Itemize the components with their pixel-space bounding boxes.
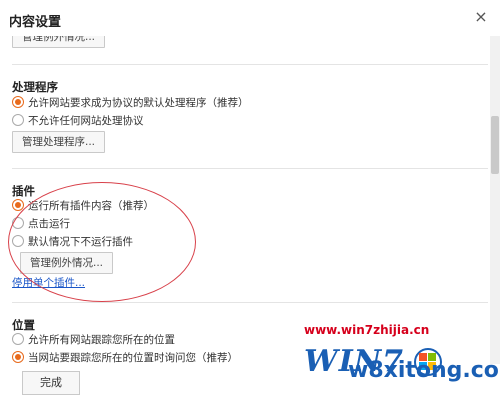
radio-plugins-block[interactable]: 默认情况下不运行插件: [12, 234, 133, 250]
dialog-title-bar: 内容设置 ×: [0, 0, 500, 36]
radio-unchecked-icon: [12, 235, 24, 247]
radio-checked-icon: [12, 199, 24, 211]
radio-unchecked-icon: [12, 114, 24, 126]
done-button[interactable]: 完成: [22, 371, 80, 395]
content-settings-dialog: 内容设置 × 管理例外情况... 处理程序 允许网站要求成为协议的默认处理程序（…: [0, 0, 500, 400]
radio-unchecked-icon: [12, 333, 24, 345]
radio-checked-icon: [12, 351, 24, 363]
radio-checked-icon: [12, 96, 24, 108]
radio-label: 运行所有插件内容（推荐）: [28, 200, 154, 212]
settings-scroll-area[interactable]: 管理例外情况... 处理程序 允许网站要求成为协议的默认处理程序（推荐） 不允许…: [0, 36, 488, 364]
radio-label: 不允许任何网站处理协议: [28, 115, 144, 127]
radio-handlers-deny[interactable]: 不允许任何网站处理协议: [12, 113, 144, 129]
close-icon[interactable]: ×: [472, 8, 490, 26]
radio-plugins-click-to-play[interactable]: 点击运行: [12, 216, 70, 232]
radio-label: 默认情况下不运行插件: [28, 236, 133, 248]
section-divider: [12, 168, 488, 169]
radio-label: 允许所有网站跟踪您所在的位置: [28, 334, 175, 346]
watermark-site-text: www.win7zhijia.cn: [304, 323, 430, 337]
radio-plugins-run-all[interactable]: 运行所有插件内容（推荐）: [12, 198, 154, 214]
radio-label: 当网站要跟踪您所在的位置时询问您（推荐）: [28, 352, 238, 364]
dialog-title: 内容设置: [9, 15, 62, 30]
radio-location-ask[interactable]: 当网站要跟踪您所在的位置时询问您（推荐）: [12, 350, 238, 364]
section-title-handlers: 处理程序: [12, 80, 58, 94]
scrollbar-thumb[interactable]: [491, 116, 499, 174]
manage-handlers-button[interactable]: 管理处理程序...: [12, 131, 106, 153]
radio-label: 点击运行: [28, 218, 70, 230]
section-title-location: 位置: [12, 318, 35, 332]
section-divider: [12, 302, 488, 303]
section-title-plugins: 插件: [12, 184, 35, 198]
manage-exceptions-button-top[interactable]: 管理例外情况...: [12, 36, 106, 48]
disable-individual-plugins-link[interactable]: 停用单个插件...: [12, 275, 85, 290]
manage-plugin-exceptions-button[interactable]: 管理例外情况...: [20, 252, 114, 274]
radio-location-allow[interactable]: 允许所有网站跟踪您所在的位置: [12, 332, 175, 348]
section-divider: [12, 64, 488, 65]
vertical-scrollbar[interactable]: [490, 36, 500, 364]
radio-handlers-allow[interactable]: 允许网站要求成为协议的默认处理程序（推荐）: [12, 95, 249, 111]
radio-unchecked-icon: [12, 217, 24, 229]
radio-label: 允许网站要求成为协议的默认处理程序（推荐）: [28, 97, 249, 109]
watermark-site-text-2: w8xitong.com: [348, 358, 500, 383]
